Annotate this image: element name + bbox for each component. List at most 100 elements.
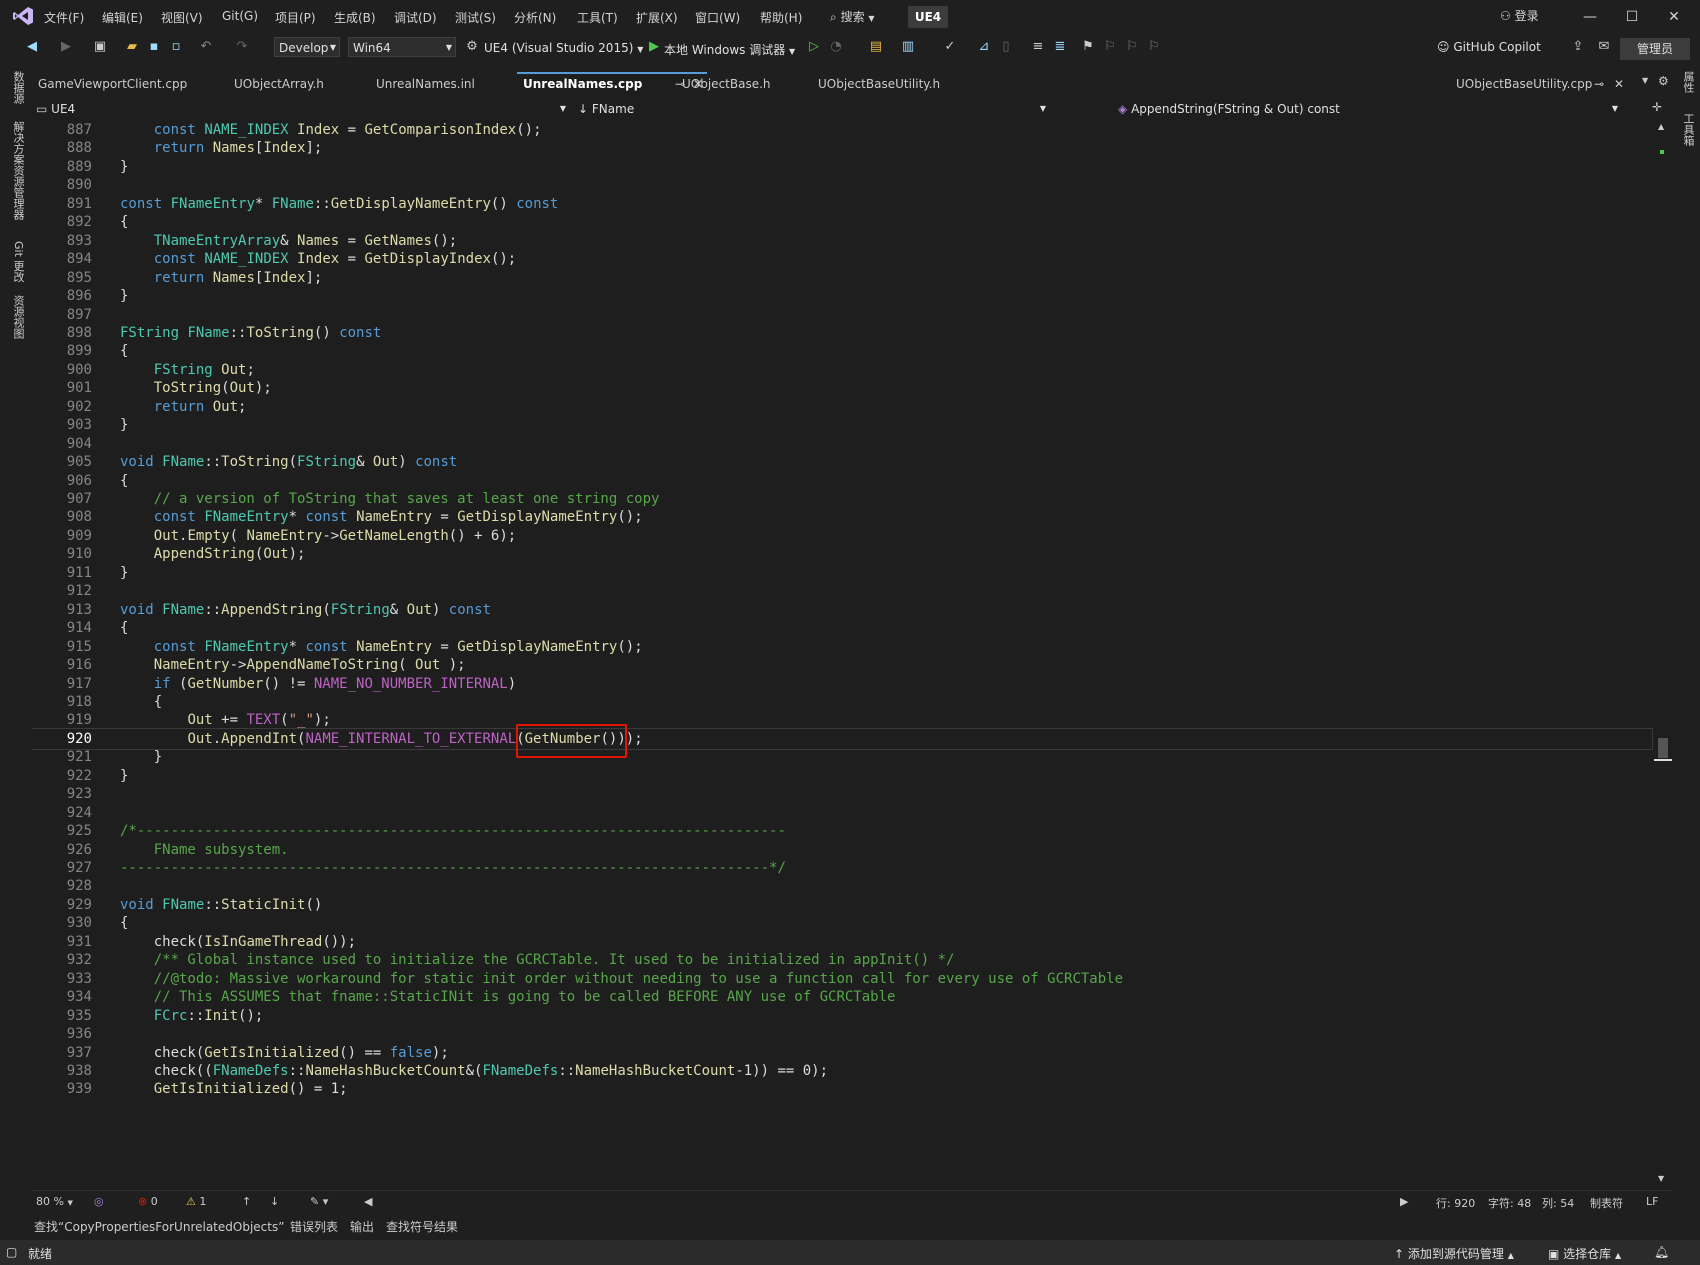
type-scope-select[interactable]: ↓ FName ▼ [578, 100, 1046, 118]
zoom-select[interactable]: 80 % ▼ [36, 1195, 73, 1208]
menu-edit[interactable]: 编辑(E) [102, 9, 143, 26]
code-text[interactable]: void FName::StaticInit() [120, 895, 322, 915]
code-line[interactable]: 906 { [32, 471, 1652, 491]
code-line[interactable]: 899 { [32, 341, 1652, 361]
code-text[interactable]: } [120, 766, 128, 786]
tab-solution-explorer[interactable]: 解决方案资源管理器 [10, 121, 26, 220]
notifications-bell-icon[interactable]: 🔔︎ [1654, 1245, 1669, 1259]
code-line[interactable]: 924 [32, 803, 1652, 823]
configuration-select[interactable]: Develop ▼ [274, 37, 340, 57]
code-line[interactable]: 926 FName subsystem. [32, 840, 1652, 860]
layout-icon[interactable]: ▥ [900, 39, 916, 55]
tab-error-list[interactable]: 错误列表 [290, 1218, 338, 1235]
start-debugger-button[interactable]: 本地 Windows 调试器 ▼ [664, 41, 795, 58]
code-text[interactable]: /** Global instance used to initialize t… [120, 950, 955, 970]
code-line[interactable]: 896} [32, 286, 1652, 306]
code-line[interactable]: 891 const FNameEntry* FName::GetDisplayNa… [32, 194, 1652, 214]
code-line[interactable]: 933 //@todo: Massive workaround for stat… [32, 969, 1652, 989]
code-line[interactable]: 925 /*-----------------------------------… [32, 821, 1652, 841]
code-text[interactable]: } [120, 157, 128, 177]
split-editor-icon[interactable]: ✛ [1652, 100, 1662, 114]
menu-test[interactable]: 测试(S) [455, 9, 496, 26]
save-icon[interactable]: ▪ [146, 39, 162, 55]
scroll-left-icon[interactable]: ◀ [364, 1195, 372, 1208]
hot-reload-icon[interactable]: ◔ [828, 39, 844, 55]
pin-icon[interactable]: ⊸ [1594, 72, 1604, 96]
code-text[interactable]: // a version of ToString that saves at l… [120, 489, 660, 509]
platform-select[interactable]: Win64 ▼ [348, 37, 456, 57]
code-line[interactable]: 889} [32, 157, 1652, 177]
code-text[interactable]: check(IsInGameThread()); [120, 932, 356, 952]
code-text[interactable]: return Names[Index]; [120, 138, 323, 158]
code-line[interactable]: 916 NameEntry->AppendNameToString( Out )… [32, 655, 1652, 675]
tab-resource-view[interactable]: 资源视图 [10, 295, 26, 339]
login-button[interactable]: ⚇ 登录 [1500, 7, 1539, 24]
tab-properties[interactable]: 属性 [1680, 71, 1696, 93]
code-line[interactable]: 919 Out += TEXT("_"); [32, 710, 1652, 730]
code-line[interactable]: 912 [32, 581, 1652, 601]
code-text[interactable]: { [120, 471, 128, 491]
code-line[interactable]: 911} [32, 563, 1652, 583]
code-text[interactable]: TNameEntryArray& Names = GetNames(); [120, 231, 457, 251]
code-text[interactable]: GetIsInitialized() = 1; [120, 1079, 348, 1099]
undo-icon[interactable]: ↶ [198, 39, 214, 55]
close-tab-icon[interactable]: ✕ [1614, 72, 1624, 96]
save-all-icon[interactable]: ▫ [168, 39, 184, 55]
add-to-source-control-button[interactable]: ↑ 添加到源代码管理 ▲ [1394, 1245, 1514, 1262]
back-arrow-icon[interactable]: ◀ [24, 39, 40, 55]
code-text[interactable]: const NAME_INDEX Index = GetDisplayIndex… [120, 249, 517, 269]
code-line[interactable]: 890 [32, 175, 1652, 195]
start-without-debugging-icon[interactable]: ▷ [806, 39, 822, 55]
scroll-thumb[interactable] [1658, 738, 1668, 758]
code-line[interactable]: 929 void FName::StaticInit() [32, 895, 1652, 915]
code-text[interactable]: return Names[Index]; [120, 268, 323, 288]
code-text[interactable]: FString FName::ToString() const [120, 323, 381, 343]
code-line[interactable]: 927 -------------------------------------… [32, 858, 1652, 878]
startup-project-select[interactable]: UE4 (Visual Studio 2015) ▼ [484, 41, 643, 55]
code-editor[interactable]: 887 const NAME_INDEX Index = GetComparis… [32, 120, 1654, 1190]
menu-help[interactable]: 帮助(H) [760, 9, 802, 26]
editor-vertical-scrollbar[interactable]: ▲ ▼ [1654, 120, 1672, 1190]
code-line[interactable]: 914 { [32, 618, 1652, 638]
tab-unrealnames-inl[interactable]: UnrealNames.inl [370, 72, 540, 96]
warning-count[interactable]: ⚠ 1 [186, 1195, 206, 1208]
minimize-button[interactable]: — [1575, 6, 1605, 28]
code-line[interactable]: 894 const NAME_INDEX Index = GetDisplayI… [32, 249, 1652, 269]
code-cleanup-icon[interactable]: ✎ ▾ [310, 1195, 328, 1208]
tab-overflow-chevron-icon[interactable]: ▼ [1642, 76, 1648, 85]
code-line[interactable]: 917 if (GetNumber() != NAME_NO_NUMBER_IN… [32, 674, 1652, 694]
code-line[interactable]: 907 // a version of ToString that saves … [32, 489, 1652, 509]
code-line[interactable]: 928 [32, 876, 1652, 896]
line-indicator[interactable]: 行: 920 [1436, 1195, 1475, 1211]
share-icon[interactable]: ⇪ [1570, 39, 1586, 55]
code-text[interactable]: void FName::AppendString(FString& Out) c… [120, 600, 491, 620]
open-folder-icon[interactable]: ▰ [124, 39, 140, 55]
code-text[interactable]: } [120, 286, 128, 306]
github-copilot-button[interactable]: ☺ GitHub Copilot [1437, 40, 1541, 54]
clear-bookmarks-icon[interactable]: ⚐ [1146, 39, 1162, 55]
menu-build[interactable]: 生成(B) [334, 9, 376, 26]
code-text[interactable]: NameEntry->AppendNameToString( Out ); [120, 655, 466, 675]
code-text[interactable]: } [120, 563, 128, 583]
code-line[interactable]: 913 void FName::AppendString(FString& Out… [32, 600, 1652, 620]
close-window-button[interactable]: ✕ [1659, 6, 1689, 28]
tab-toolbox[interactable]: 工具箱 [1680, 113, 1696, 146]
code-text[interactable]: // This ASSUMES that fname::StaticINit i… [120, 987, 896, 1007]
code-text[interactable]: } [120, 747, 162, 767]
code-line[interactable]: 895 return Names[Index]; [32, 268, 1652, 288]
code-text[interactable]: if (GetNumber() != NAME_NO_NUMBER_INTERN… [120, 674, 516, 694]
scroll-down-icon[interactable]: ▼ [1658, 1174, 1664, 1183]
code-text[interactable]: { [120, 618, 128, 638]
tab-uobjectarray[interactable]: UObjectArray.h [228, 72, 358, 96]
code-line[interactable]: 923 [32, 784, 1652, 804]
code-text[interactable]: /*--------------------------------------… [120, 821, 786, 841]
tab-output[interactable]: 输出 [350, 1218, 374, 1235]
spell-check-icon[interactable]: ✓ [942, 39, 958, 55]
code-line[interactable]: 935 FCrc::Init(); [32, 1006, 1652, 1026]
scroll-up-icon[interactable]: ▲ [1658, 122, 1664, 131]
menu-analyze[interactable]: 分析(N) [514, 9, 556, 26]
code-text[interactable]: { [120, 913, 128, 933]
code-line[interactable]: 905 void FName::ToString(FString& Out) co… [32, 452, 1652, 472]
code-text[interactable]: Out += TEXT("_"); [120, 710, 330, 730]
code-text[interactable]: { [120, 212, 128, 232]
